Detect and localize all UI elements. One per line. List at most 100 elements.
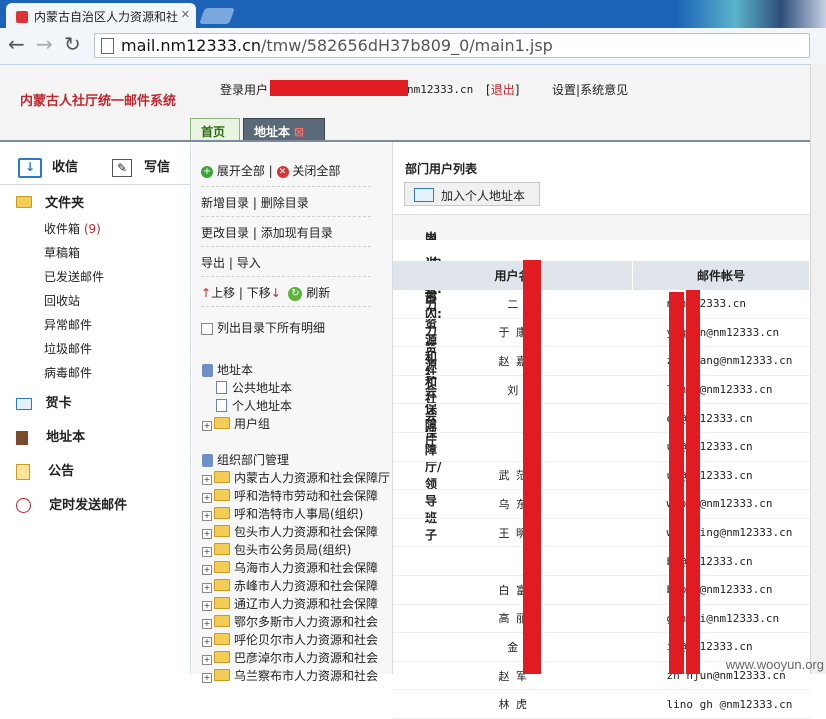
import-button[interactable]: 导入: [237, 256, 261, 270]
expand-plus-icon[interactable]: +: [202, 601, 212, 611]
address-bar[interactable]: mail.nm12333.cn/tmw/582656dH37b809_0/mai…: [94, 33, 810, 58]
sidebar-item-virus[interactable]: 病毒邮件: [44, 364, 92, 381]
tree-org-item[interactable]: + 呼和浩特市人事局(组织): [202, 505, 363, 522]
table-row[interactable]: 赵 嘉 zh liang@nm12333.cn: [393, 346, 810, 376]
folder-icon: [214, 615, 230, 627]
expand-plus-icon[interactable]: +: [202, 529, 212, 539]
table-row[interactable]: 高 丽g ngli@nm12333.cn: [393, 604, 810, 634]
tab-home[interactable]: 首页: [190, 118, 240, 140]
receive-button[interactable]: ↓ 收信: [18, 156, 78, 178]
tree-org-item[interactable]: + 巴彦淖尔市人力资源和社会: [202, 649, 378, 666]
reload-icon[interactable]: ↻: [64, 34, 81, 54]
move-up-button[interactable]: ↑上移: [201, 286, 235, 300]
forward-icon[interactable]: →: [36, 34, 53, 54]
user-email-cell: ei@nm12333.cn: [632, 403, 810, 433]
sidebar-item-spam[interactable]: 垃圾邮件: [44, 340, 92, 357]
add-personal-addressbook-button[interactable]: 加入个人地址本: [404, 182, 540, 206]
table-row[interactable]: 王 明 wa gming@nm12333.cn: [393, 518, 810, 548]
close-tab-addressbook-icon[interactable]: ⊠: [294, 125, 304, 139]
tree-org-item[interactable]: + 呼伦贝尔市人力资源和社会: [202, 631, 378, 648]
expand-plus-icon[interactable]: +: [202, 673, 212, 683]
table-row[interactable]: 于 康y quan@nm12333.cn: [393, 318, 810, 348]
feedback-link[interactable]: 系统意见: [580, 83, 628, 97]
refresh-button[interactable]: ↻ 刷新: [288, 286, 330, 301]
expand-plus-icon[interactable]: +: [202, 421, 212, 431]
export-button[interactable]: 导出: [201, 256, 225, 270]
tree-org-item[interactable]: + 鄂尔多斯市人力资源和社会: [202, 613, 378, 630]
expand-plus-icon[interactable]: +: [202, 547, 212, 557]
expand-plus-icon[interactable]: +: [202, 637, 212, 647]
expand-all-button[interactable]: + 展开全部: [201, 164, 265, 178]
user-email-cell: ue@nm12333.cn: [632, 461, 810, 491]
folder-icon: [214, 525, 230, 537]
sidebar-item-abnormal[interactable]: 异常邮件: [44, 316, 92, 333]
table-row[interactable]: 二 n@nm12333.cn: [393, 290, 810, 319]
expand-plus-icon[interactable]: +: [202, 511, 212, 521]
close-tab-icon[interactable]: ✕: [181, 8, 190, 21]
back-icon[interactable]: ←: [8, 34, 25, 54]
tab-addressbook[interactable]: 地址本 ⊠: [243, 118, 325, 140]
list-all-option[interactable]: 列出目录下所有明细: [201, 319, 325, 336]
notice-icon: [16, 463, 30, 480]
new-dir-button[interactable]: 新增目录: [201, 196, 249, 210]
new-tab-button[interactable]: [199, 8, 235, 24]
compose-button[interactable]: ✎ 写信: [112, 156, 170, 177]
tree-org-item[interactable]: + 乌海市人力资源和社会保障: [202, 559, 378, 576]
table-row[interactable]: 刘 l nyi@nm12333.cn: [393, 375, 810, 405]
user-name-cell: 王 明: [393, 518, 633, 548]
column-header-email[interactable]: 邮件帐号: [632, 261, 810, 290]
page-scrollbar[interactable]: [810, 64, 826, 674]
tree-org-item[interactable]: + 内蒙古人力资源和社会保障厅: [202, 469, 390, 486]
sidebar-item-scheduled[interactable]: 定时发送邮件: [16, 494, 127, 513]
expand-plus-icon[interactable]: +: [202, 565, 212, 575]
change-dir-button[interactable]: 更改目录: [201, 226, 249, 240]
tree-usergroups[interactable]: + 用户组: [202, 415, 270, 432]
sidebar-item-drafts[interactable]: 草稿箱: [44, 244, 80, 261]
table-row[interactable]: bo@nm12333.cn: [393, 546, 810, 576]
expand-plus-icon[interactable]: +: [202, 493, 212, 503]
tree-org-item[interactable]: + 通辽市人力资源和社会保障: [202, 595, 378, 612]
table-row[interactable]: 林 虎 lino gh @nm12333.cn: [393, 689, 810, 719]
move-down-button[interactable]: 下移↓: [247, 286, 281, 300]
delete-dir-button[interactable]: 删除目录: [261, 196, 309, 210]
tree-org-item[interactable]: + 呼和浩特市劳动和社会保障: [202, 487, 378, 504]
tree-org-item[interactable]: + 乌兰察布市人力资源和社会: [202, 667, 378, 684]
tree-addressbook[interactable]: 地址本: [202, 361, 253, 378]
sidebar-item-inbox[interactable]: 收件箱 (9): [44, 220, 101, 237]
table-row[interactable]: 武 茫 ue@nm12333.cn: [393, 461, 810, 491]
sidebar-folders-header[interactable]: 文件夹: [16, 192, 84, 211]
tree-personal-addressbook[interactable]: 个人地址本: [216, 397, 292, 414]
list-all-checkbox[interactable]: [201, 322, 213, 335]
app-logo: 内蒙古人社厅统一邮件系统: [20, 94, 177, 109]
expand-plus-icon[interactable]: +: [202, 619, 212, 629]
toolbar-expand-close: + 展开全部 | ✕ 关闭全部: [201, 164, 341, 178]
notice-label: 公告: [48, 464, 75, 479]
sidebar-item-notice[interactable]: 公告: [16, 460, 74, 480]
tree-org-management[interactable]: 组织部门管理: [202, 451, 289, 468]
browser-tab[interactable]: 内蒙古自治区人力资源和社 ✕: [6, 3, 196, 28]
close-all-button[interactable]: ✕ 关闭全部: [276, 164, 340, 178]
expand-plus-icon[interactable]: +: [202, 583, 212, 593]
redacted-username: [270, 80, 408, 96]
tree-org-item[interactable]: + 赤峰市人力资源和社会保障: [202, 577, 378, 594]
tree-public-addressbook[interactable]: 公共地址本: [216, 379, 292, 396]
column-header-name[interactable]: 用户名: [393, 261, 633, 290]
sidebar-item-card[interactable]: 贺卡: [16, 392, 72, 411]
add-existing-button[interactable]: 添加现有目录: [261, 226, 333, 240]
sidebar-item-trash[interactable]: 回收站: [44, 292, 80, 309]
redaction-bar-email-1: [669, 292, 684, 674]
table-row[interactable]: 乌 东w ong@nm12333.cn: [393, 489, 810, 519]
settings-link[interactable]: 设置: [552, 83, 576, 97]
expand-plus-icon[interactable]: +: [202, 655, 212, 665]
table-row[interactable]: ei@nm12333.cn: [393, 403, 810, 433]
logout-link[interactable]: 退出: [491, 83, 515, 97]
sidebar-item-addressbook[interactable]: 地址本: [16, 426, 85, 445]
sidebar-item-sent[interactable]: 已发送邮件: [44, 268, 104, 285]
table-row[interactable]: un@nm12333.cn: [393, 432, 810, 462]
expand-plus-icon[interactable]: +: [202, 475, 212, 485]
tree-org-item[interactable]: + 包头市人力资源和社会保障: [202, 523, 378, 540]
folder-icon: [214, 543, 230, 555]
table-row[interactable]: 白 富b bao@nm12333.cn: [393, 575, 810, 605]
user-email-cell: zh liang@nm12333.cn: [632, 346, 810, 376]
tree-org-item[interactable]: + 包头市公务员局(组织): [202, 541, 351, 558]
